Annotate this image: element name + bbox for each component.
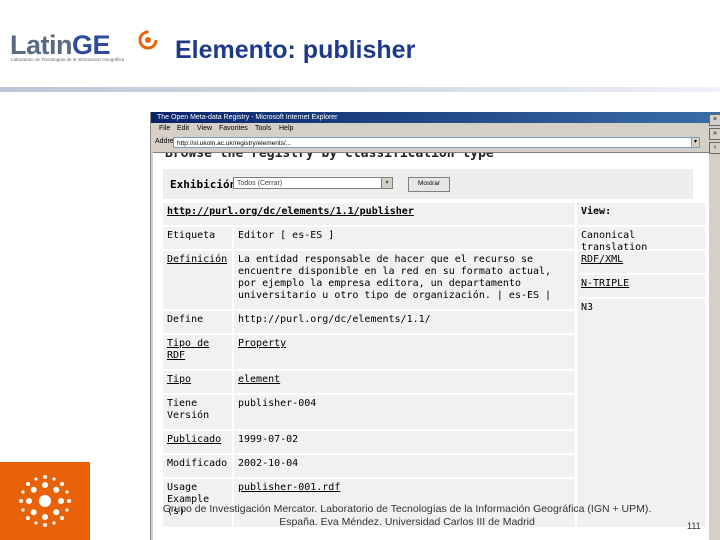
address-bar: Address http://sl.ukoln.ac.uk/registry/e… (151, 135, 720, 151)
row-value-tiene-version: publisher-004 (234, 395, 575, 429)
menu-favorites[interactable]: Favorites (219, 124, 248, 134)
menu-tools[interactable]: Tools (255, 124, 271, 134)
logo-tagline: Laboratorio de Tecnologías de la Informa… (11, 57, 125, 62)
view-header: View: (577, 203, 705, 225)
page-content: Browse the registry by classification ty… (153, 152, 709, 540)
row-value-definicion: La entidad responsable de hacer que el r… (234, 251, 575, 309)
address-input[interactable]: http://sl.ukoln.ac.uk/registry/elements/… (173, 137, 693, 148)
row-label-tipo: Tipo (163, 371, 232, 393)
menu-file[interactable]: File (159, 124, 170, 134)
footer-credits: Grupo de Investigación Mercator. Laborat… (92, 503, 720, 529)
property-link[interactable]: Property (238, 338, 286, 349)
filter-label: Exhibición: (170, 178, 243, 191)
chevron-down-icon: ▾ (381, 178, 392, 188)
title-divider (0, 87, 720, 92)
row-label-define: Define (163, 311, 232, 333)
definicion-link[interactable]: Definición (167, 254, 227, 265)
row-value-tipo: element (234, 371, 575, 393)
footer-logo-box (0, 462, 90, 540)
address-dropdown-icon[interactable]: ▾ (691, 137, 700, 148)
menu-help[interactable]: Help (279, 124, 293, 134)
footer-line-1: Grupo de Investigación Mercator. Laborat… (162, 503, 652, 515)
view-option-n3[interactable]: N3 (577, 299, 705, 527)
latingeo-logo: LatinGE Laboratorio de Tecnologías de la… (8, 26, 158, 66)
tipo-link[interactable]: Tipo (167, 374, 191, 385)
row-label-definicion: Definición (163, 251, 232, 309)
menu-view[interactable]: View (197, 124, 212, 134)
go-icon[interactable]: › (709, 142, 720, 154)
row-value-define: http://purl.org/dc/elements/1.1/ (234, 311, 575, 333)
element-uri-header: http://purl.org/dc/elements/1.1/publishe… (163, 203, 575, 225)
browser-menubar: File Edit View Favorites Tools Help (151, 124, 720, 134)
view-option-rdf-xml: RDF/XML (577, 251, 705, 273)
row-value-tipo-rdf: Property (234, 335, 575, 369)
row-value-publicado: 1999-07-02 (234, 431, 575, 453)
filter-select[interactable]: Todos (Cerrar) ▾ (233, 177, 393, 189)
row-value-etiqueta: Editor [ es-ES ] (234, 227, 575, 249)
links-icon[interactable]: » (709, 128, 720, 140)
filter-submit-button[interactable]: Mostrar (408, 177, 450, 192)
element-link[interactable]: element (238, 374, 280, 385)
logo-swirl-icon (138, 30, 158, 50)
window-controls: × » › (709, 112, 720, 160)
tipo-rdf-link[interactable]: Tipo de RDF (167, 338, 209, 361)
publicado-link[interactable]: Publicado (167, 434, 221, 445)
row-label-etiqueta: Etiqueta (163, 227, 232, 249)
page-number: 111 (687, 521, 701, 531)
row-label-modificado: Modificado (163, 455, 232, 477)
n-triple-link[interactable]: N-TRIPLE (581, 278, 629, 289)
element-uri-link[interactable]: http://purl.org/dc/elements/1.1/publishe… (167, 206, 414, 217)
row-label-tipo-rdf: Tipo de RDF (163, 335, 232, 369)
sun-icon (19, 475, 71, 527)
filter-bar: Exhibición: Todos (Cerrar) ▾ Mostrar (163, 169, 693, 199)
menu-edit[interactable]: Edit (177, 124, 189, 134)
browser-window: The Open Meta-data Registry - Microsoft … (150, 112, 720, 540)
usage-example-link[interactable]: publisher-001.rdf (238, 482, 340, 493)
view-option-canonical[interactable]: Canonical translation (577, 227, 705, 253)
footer-line-2: España. Eva Méndez. Universidad Carlos I… (279, 516, 535, 528)
row-label-publicado: Publicado (163, 431, 232, 453)
slide-title: Elemento: publisher (175, 36, 416, 64)
filter-select-value: Todos (Cerrar) (237, 180, 283, 187)
row-value-modificado: 2002-10-04 (234, 455, 575, 477)
browser-titlebar: The Open Meta-data Registry - Microsoft … (151, 112, 720, 123)
rdf-xml-link[interactable]: RDF/XML (581, 254, 623, 265)
view-option-n-triple: N-TRIPLE (577, 275, 705, 297)
row-label-tiene-version: Tiene Versión (163, 395, 232, 429)
close-icon[interactable]: × (709, 114, 720, 126)
browse-heading: Browse the registry by classification ty… (165, 152, 494, 161)
